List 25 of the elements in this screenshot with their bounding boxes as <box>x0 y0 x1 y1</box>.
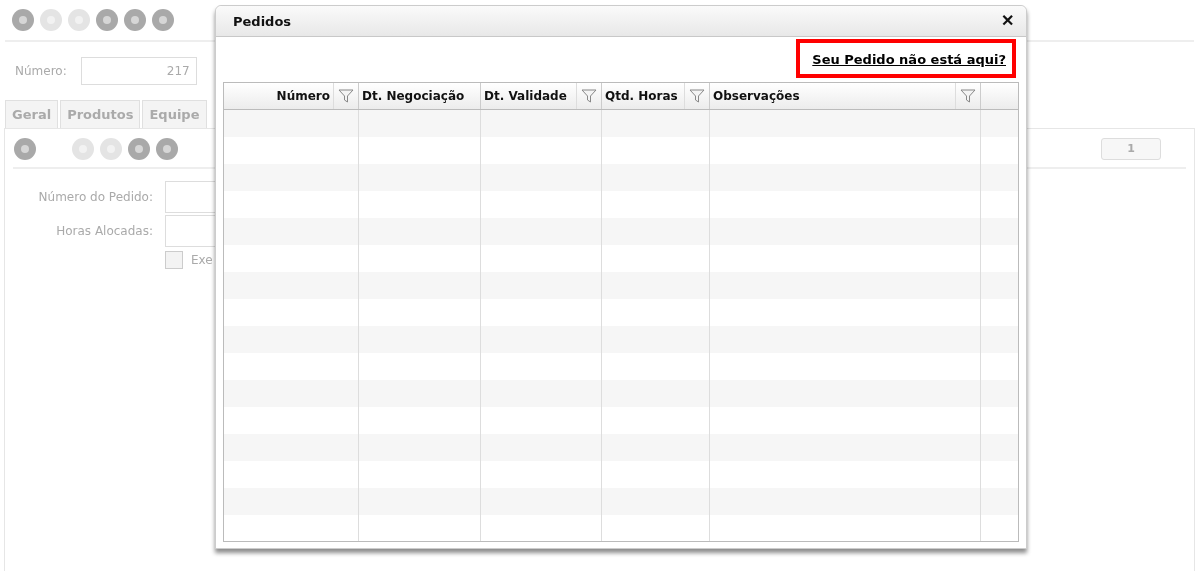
toolbar-button[interactable] <box>127 137 151 161</box>
column-header[interactable]: Dt. Negociação <box>359 83 480 109</box>
order-missing-link[interactable]: Seu Pedido não está aqui? <box>812 52 1006 67</box>
dialog-title: Pedidos <box>233 13 292 29</box>
toolbar-button[interactable] <box>13 137 37 161</box>
filter-icon[interactable] <box>581 89 597 103</box>
toolbar-button[interactable] <box>11 8 35 32</box>
toolbar-button[interactable] <box>95 8 119 32</box>
checkbox-label: Exe <box>191 253 213 267</box>
field-label: Número do Pedido: <box>37 190 153 204</box>
column-header[interactable]: Dt. Validade <box>481 83 576 109</box>
close-button[interactable]: ✕ <box>1001 13 1014 29</box>
field-label: Horas Alocadas: <box>55 224 153 238</box>
column-header[interactable]: Observações <box>710 83 955 109</box>
filter-icon[interactable] <box>960 89 976 103</box>
filter-icon[interactable] <box>338 89 354 103</box>
field-label: Número: <box>15 64 67 78</box>
checkbox[interactable] <box>165 251 183 269</box>
toolbar-button[interactable] <box>155 137 179 161</box>
page-indicator: 1 <box>1101 138 1161 160</box>
column-header[interactable]: Número <box>224 83 333 109</box>
toolbar-button[interactable] <box>151 8 175 32</box>
column-header[interactable]: Qtd. Horas <box>602 83 684 109</box>
toolbar-button[interactable] <box>123 8 147 32</box>
filter-icon[interactable] <box>689 89 705 103</box>
